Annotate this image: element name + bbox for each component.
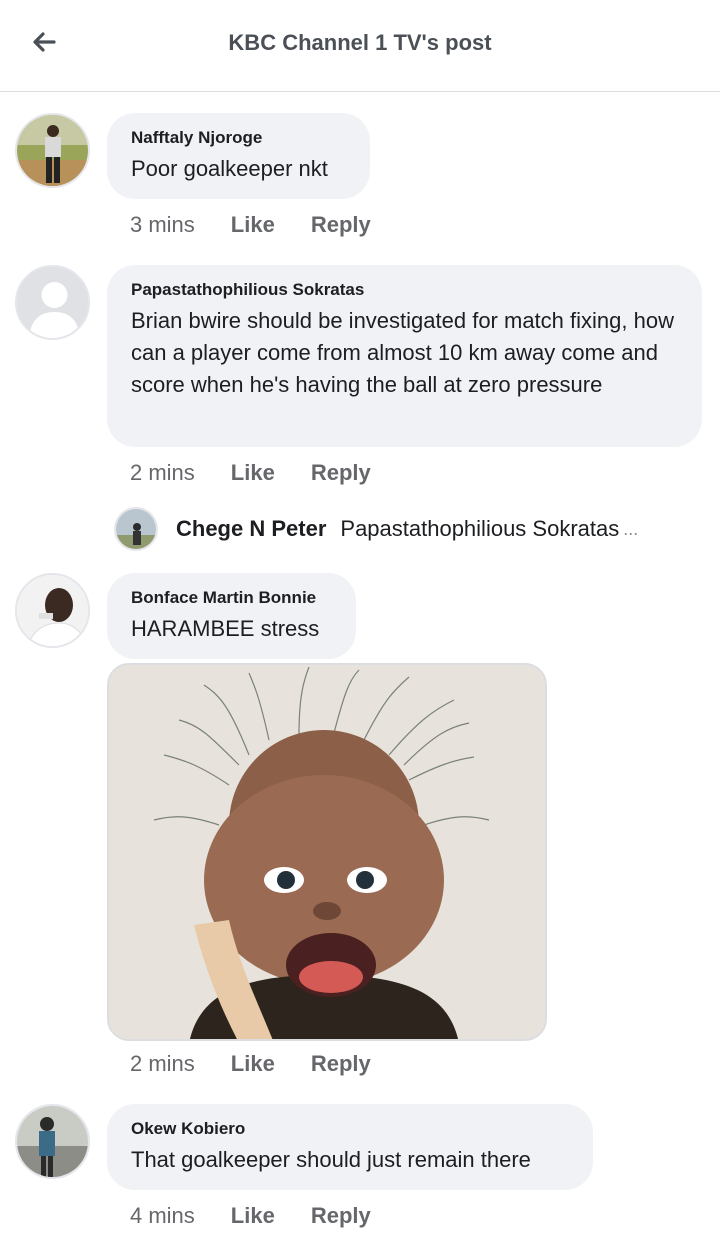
- comment-text: HARAMBEE stress: [131, 616, 320, 641]
- avatar-photo: [17, 1106, 88, 1177]
- like-button[interactable]: Like: [231, 212, 275, 238]
- comment-time[interactable]: 3 mins: [130, 212, 195, 238]
- comment-time[interactable]: 2 mins: [130, 1051, 195, 1077]
- baby-monkey-photo: [109, 665, 545, 1039]
- comment-time[interactable]: 2 mins: [130, 460, 195, 486]
- like-button[interactable]: Like: [231, 1051, 275, 1077]
- comment-text: That goalkeeper should just remain there: [131, 1147, 531, 1172]
- avatar[interactable]: [15, 265, 90, 340]
- reply-ellipsis: ...: [623, 518, 639, 539]
- avatar[interactable]: [114, 507, 158, 551]
- comment-author[interactable]: Okew Kobiero: [131, 1118, 569, 1140]
- comment-actions: 2 mins Like Reply: [130, 1051, 371, 1077]
- comment-author[interactable]: Bonface Martin Bonnie: [131, 587, 332, 609]
- comment-actions: 2 mins Like Reply: [130, 460, 371, 486]
- avatar-photo: [17, 115, 88, 186]
- reply-button[interactable]: Reply: [311, 460, 371, 486]
- comment-text: Brian bwire should be investigated for m…: [131, 308, 674, 397]
- reply-text: Papastathophilious Sokratas: [340, 516, 620, 541]
- comment-bubble[interactable]: Bonface Martin Bonnie HARAMBEE stress: [107, 573, 356, 659]
- avatar[interactable]: [15, 573, 90, 648]
- comment-author[interactable]: Nafftaly Njoroge: [131, 127, 346, 149]
- avatar-photo: [17, 575, 88, 646]
- comment-image[interactable]: [107, 663, 547, 1041]
- avatar[interactable]: [15, 1104, 90, 1179]
- top-bar: KBC Channel 1 TV's post: [0, 0, 720, 92]
- avatar-photo: [116, 509, 156, 549]
- reply-button[interactable]: Reply: [311, 1051, 371, 1077]
- comment-time[interactable]: 4 mins: [130, 1203, 195, 1229]
- comment-actions: 4 mins Like Reply: [130, 1203, 371, 1229]
- avatar[interactable]: [15, 113, 90, 188]
- like-button[interactable]: Like: [231, 1203, 275, 1229]
- reply-author[interactable]: Chege N Peter: [176, 516, 326, 542]
- comment-author[interactable]: Papastathophilious Sokratas: [131, 279, 678, 301]
- reply-button[interactable]: Reply: [311, 212, 371, 238]
- comment-actions: 3 mins Like Reply: [130, 212, 371, 238]
- comment-bubble[interactable]: Okew Kobiero That goalkeeper should just…: [107, 1104, 593, 1190]
- reply-preview[interactable]: Chege N Peter Papastathophilious Sokrata…: [114, 507, 638, 551]
- page-title: KBC Channel 1 TV's post: [228, 30, 492, 55]
- comment-text: Poor goalkeeper nkt: [131, 156, 328, 181]
- reply-button[interactable]: Reply: [311, 1203, 371, 1229]
- comment-bubble[interactable]: Papastathophilious Sokratas Brian bwire …: [107, 265, 702, 447]
- like-button[interactable]: Like: [231, 460, 275, 486]
- default-avatar-icon: [17, 267, 88, 338]
- comment-bubble[interactable]: Nafftaly Njoroge Poor goalkeeper nkt: [107, 113, 370, 199]
